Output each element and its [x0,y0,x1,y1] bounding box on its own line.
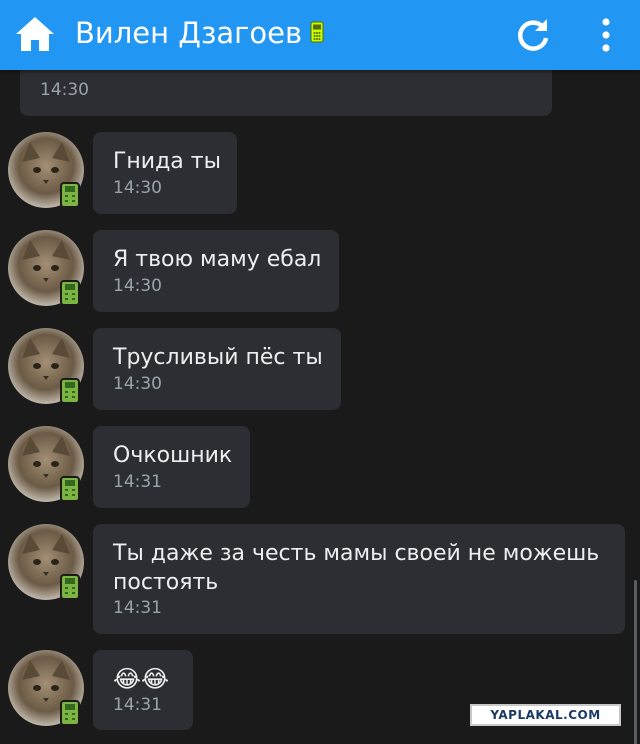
watermark: YAPLAKAL.COM [470,704,621,726]
message-bubble: Гнида ты 14:30 [93,132,237,214]
mobile-phone-icon [60,182,80,208]
mobile-phone-icon [310,21,324,43]
message-time: 14:31 [113,695,162,715]
home-icon[interactable] [14,14,56,54]
message-text: Гнида ты [113,149,221,174]
message-text: Очкошник [113,443,233,468]
message-time: 14:30 [113,374,162,394]
chat-title: Вилен Дзагоев [75,15,324,51]
mobile-phone-icon [60,280,80,306]
mobile-phone-icon [60,476,80,502]
message-bubble: Трусливый пёс ты 14:30 [93,328,341,410]
scrollbar[interactable] [634,580,637,744]
message-text: Я твою маму ебал [113,247,322,272]
message-bubble: 14:30 [20,70,552,116]
message-bubble: Я твою маму ебал 14:30 [93,230,339,312]
contact-name: Вилен Дзагоев [75,16,303,50]
message-time: 14:30 [113,178,162,198]
more-vertical-icon[interactable] [592,16,620,54]
message-time: 14:31 [113,472,162,492]
message-bubble: 😂😂 14:31 [93,650,193,730]
message-time: 14:31 [113,598,162,618]
message-bubble: Очкошник 14:31 [93,426,250,508]
message-text: Ты даже за честь мамы своей не можешь по… [113,541,600,595]
refresh-icon[interactable] [512,14,554,56]
mobile-phone-icon [60,700,80,726]
mobile-phone-icon [60,378,80,404]
message-bubble: Ты даже за честь мамы своей не можешь по… [93,524,625,634]
message-text: Трусливый пёс ты [113,345,323,370]
message-text: 😂😂 [113,665,170,693]
message-time: 14:30 [113,276,162,296]
app-bar: Вилен Дзагоев [0,0,640,70]
message-time: 14:30 [40,80,89,100]
mobile-phone-icon [60,574,80,600]
message-feed[interactable]: 14:30 Гнида ты 14:30 Я твою маму ебал 14… [0,70,640,744]
